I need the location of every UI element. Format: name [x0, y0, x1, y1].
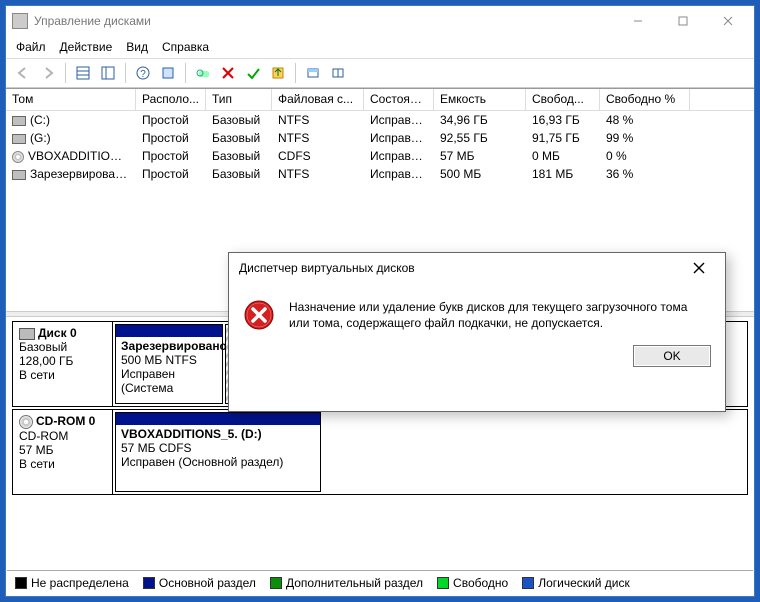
- refresh-button[interactable]: [192, 62, 214, 84]
- legend-item: Свободно: [437, 576, 508, 590]
- legend-item: Логический диск: [522, 576, 630, 590]
- disk-info[interactable]: CD-ROM 0CD-ROM57 МБВ сети: [13, 410, 113, 494]
- properties-button[interactable]: [157, 62, 179, 84]
- col-capacity[interactable]: Емкость: [434, 89, 526, 110]
- disk-icon: [19, 328, 35, 340]
- maximize-button[interactable]: [660, 7, 705, 35]
- forward-button[interactable]: [37, 62, 59, 84]
- menubar: Файл Действие Вид Справка: [6, 36, 754, 58]
- error-dialog: Диспетчер виртуальных дисков Назначение …: [228, 252, 726, 412]
- toolbar-separator: [65, 63, 66, 83]
- titlebar[interactable]: Управление дисками: [6, 6, 754, 36]
- cdrom-icon: [19, 415, 33, 429]
- view-list-button[interactable]: [72, 62, 94, 84]
- back-button[interactable]: [12, 62, 34, 84]
- delete-button[interactable]: [217, 62, 239, 84]
- dialog-close-button[interactable]: [679, 255, 719, 281]
- extra2-button[interactable]: [327, 62, 349, 84]
- col-fs[interactable]: Файловая с...: [272, 89, 364, 110]
- table-row[interactable]: (C:)ПростойБазовыйNTFSИсправен...34,96 Г…: [6, 111, 754, 129]
- volume-block[interactable]: VBOXADDITIONS_5. (D:)57 МБ CDFSИсправен …: [115, 412, 321, 492]
- menu-file[interactable]: Файл: [16, 40, 46, 54]
- table-row[interactable]: VBOXADDITIONS_...ПростойБазовыйCDFSИспра…: [6, 147, 754, 165]
- view-detail-button[interactable]: [97, 62, 119, 84]
- error-icon: [243, 299, 275, 331]
- svg-text:?: ?: [140, 69, 146, 80]
- disk-info[interactable]: Диск 0Базовый128,00 ГБВ сети: [13, 322, 113, 406]
- minimize-button[interactable]: [615, 7, 660, 35]
- help-button[interactable]: ?: [132, 62, 154, 84]
- dialog-title: Диспетчер виртуальных дисков: [239, 261, 679, 275]
- table-row[interactable]: (G:)ПростойБазовыйNTFSИсправен...92,55 Г…: [6, 129, 754, 147]
- disk-volumes: VBOXADDITIONS_5. (D:)57 МБ CDFSИсправен …: [113, 410, 747, 494]
- legend-item: Дополнительный раздел: [270, 576, 423, 590]
- menu-view[interactable]: Вид: [126, 40, 148, 54]
- col-free[interactable]: Свобод...: [526, 89, 600, 110]
- volume-block[interactable]: Зарезервировано500 МБ NTFSИсправен (Сист…: [115, 324, 223, 404]
- col-volume[interactable]: Том: [6, 89, 136, 110]
- disk-row: CD-ROM 0CD-ROM57 МБВ сетиVBOXADDITIONS_5…: [12, 409, 748, 495]
- dialog-titlebar[interactable]: Диспетчер виртуальных дисков: [229, 253, 725, 283]
- col-type[interactable]: Тип: [206, 89, 272, 110]
- col-freepct[interactable]: Свободно %: [600, 89, 690, 110]
- action-button[interactable]: [267, 62, 289, 84]
- legend-item: Не распределена: [15, 576, 129, 590]
- dialog-ok-button[interactable]: OK: [633, 345, 711, 367]
- legend: Не распределена Основной раздел Дополнител…: [7, 570, 753, 595]
- disk-icon: [12, 116, 26, 126]
- toolbar-separator: [185, 63, 186, 83]
- col-status[interactable]: Состояние: [364, 89, 434, 110]
- table-row[interactable]: Зарезервировано...ПростойБазовыйNTFSИспр…: [6, 165, 754, 183]
- app-icon: [12, 13, 28, 29]
- toolbar: ?: [6, 58, 754, 88]
- close-button[interactable]: [705, 7, 750, 35]
- menu-help[interactable]: Справка: [162, 40, 209, 54]
- window-title: Управление дисками: [34, 14, 615, 28]
- menu-action[interactable]: Действие: [60, 40, 113, 54]
- toolbar-separator: [125, 63, 126, 83]
- disk-icon: [12, 134, 26, 144]
- dialog-message: Назначение или удаление букв дисков для …: [289, 299, 711, 331]
- cdrom-icon: [12, 151, 24, 163]
- toolbar-separator: [295, 63, 296, 83]
- check-button[interactable]: [242, 62, 264, 84]
- legend-item: Основной раздел: [143, 576, 256, 590]
- disk-icon: [12, 170, 26, 180]
- extra1-button[interactable]: [302, 62, 324, 84]
- grid-header: Том Располо... Тип Файловая с... Состоян…: [6, 89, 754, 111]
- col-layout[interactable]: Располо...: [136, 89, 206, 110]
